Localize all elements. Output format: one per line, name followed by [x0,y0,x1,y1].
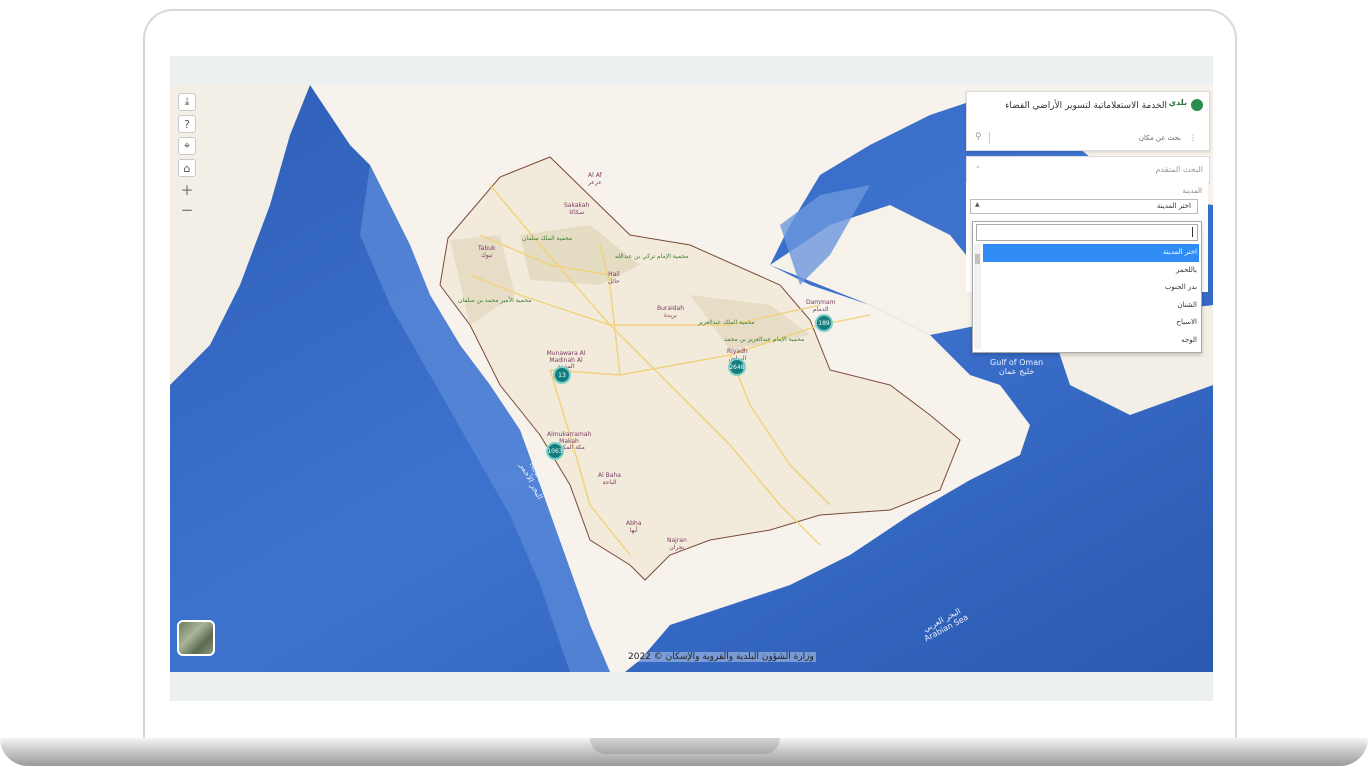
reserve-label: محمية الإمام تركي بن عبدالله [615,253,689,260]
city-label: المدينة [1182,187,1202,195]
search-divider [989,132,990,144]
search-placeholder: بحث عن مكان [1138,134,1181,142]
city-select-value: اختر المدينة [1156,202,1191,210]
basemap-toggle[interactable] [177,620,215,656]
advanced-search-title: البحث المتقدم [1155,165,1203,174]
balady-logo-icon [1191,99,1203,111]
dropdown-option[interactable]: الاسياح [983,314,1199,332]
city-label[interactable]: Al Baha الباحة [598,472,621,486]
city-label[interactable]: Al Af عرعر [588,172,602,186]
zoom-out-button[interactable]: − [178,201,196,219]
city-select[interactable]: اختر المدينة ▲ [970,199,1198,214]
map-controls: ⤓ ? ⌖ ⌂ + − [178,93,196,221]
chevron-up-icon[interactable]: ⌃ [975,165,981,173]
search-input[interactable]: ⋮ بحث عن مكان ⚲ [973,132,1201,146]
dropdown-scrollbar[interactable] [974,244,981,349]
caret-up-icon: ▲ [975,201,980,208]
dropdown-options: اختر المدينة باللحمر بدر الجنوب الشنان ا… [983,244,1199,349]
city-label[interactable]: Sakakah سكاكا [564,202,589,216]
download-icon[interactable]: ⤓ [178,93,196,111]
reserve-label: محمية الملك سلمان [522,235,573,242]
reserve-label: محمية الإمام عبدالعزيز بن محمد [724,336,805,343]
home-icon[interactable]: ⌂ [178,159,196,177]
reserve-label: محمية الملك عبدالعزيز [698,319,755,326]
text-cursor [1192,227,1193,237]
dropdown-option[interactable]: الوجه [983,332,1199,350]
brand-name: بلدي [1168,98,1187,107]
scrollbar-thumb[interactable] [975,254,980,264]
parcel-cluster[interactable]: 2648 [728,358,746,376]
reserve-label: محمية الأمير محمد بن سلمان [458,297,532,304]
laptop-notch [590,738,780,754]
advanced-search-header[interactable]: البحث المتقدم ⌃ [966,156,1210,184]
search-panel: بلدي الخدمة الاستعلاماتية لتسوير الأراضي… [966,91,1210,151]
city-dropdown: اختر المدينة باللحمر بدر الجنوب الشنان ا… [972,221,1202,353]
search-icon[interactable]: ⚲ [975,132,982,142]
city-label[interactable]: Dammam الدمام [806,299,836,313]
city-label[interactable]: Buraidah بريدة [657,305,684,319]
city-label[interactable]: Najran نجران [667,537,687,551]
parcel-cluster[interactable]: 13 [553,366,571,384]
dropdown-option[interactable]: اختر المدينة [983,244,1199,262]
help-icon[interactable]: ? [178,115,196,133]
dropdown-option[interactable]: الشنان [983,297,1199,315]
city-label[interactable]: Abha أبها [626,520,641,534]
page-title: الخدمة الاستعلاماتية لتسوير الأراضي الفض… [1005,101,1167,111]
sea-label: Gulf of Oman خليج عمان [990,358,1044,377]
city-label[interactable]: Tabuk تبوك [478,245,495,259]
map-attribution: وزارة الشؤون البلدية والقروية والإسكان ©… [626,652,816,662]
locate-icon[interactable]: ⌖ [178,137,196,155]
dropdown-option[interactable]: بدر الجنوب [983,279,1199,297]
zoom-in-button[interactable]: + [178,181,196,199]
menu-dots-icon[interactable]: ⋮ [1189,133,1197,142]
parcel-cluster[interactable]: 189 [815,314,833,332]
dropdown-option[interactable]: باللحمر [983,262,1199,280]
city-label[interactable]: Hail حائل [608,271,620,285]
dropdown-search-input[interactable] [976,224,1198,241]
parcel-cluster[interactable]: 1063 [546,442,564,460]
map-view[interactable]: Al Af عرعر Sakakah سكاكا Tabuk تبوك Hail حائ… [170,85,1213,672]
